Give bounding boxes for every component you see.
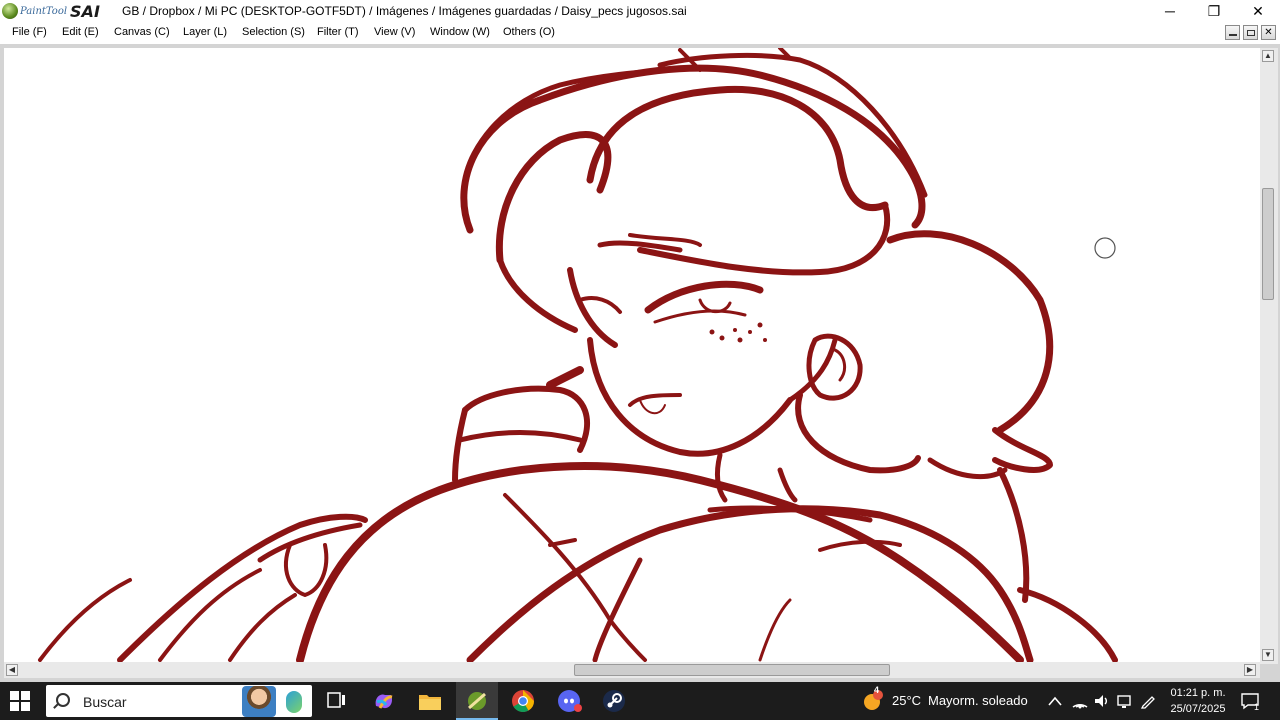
close-icon: ✕: [1252, 2, 1264, 19]
logo-small-text: PaintTool: [20, 5, 68, 17]
weather-temperature: 25°C: [892, 693, 922, 708]
painttool-sai-icon: [468, 692, 486, 710]
menu-others[interactable]: Others (O): [503, 26, 555, 38]
file-explorer-icon: [419, 695, 441, 710]
restore-icon: ❐: [1207, 2, 1221, 19]
search-icon: [56, 693, 70, 707]
taskbar-search-box[interactable]: Buscar: [46, 685, 312, 717]
restore-button[interactable]: ❐: [1192, 0, 1236, 22]
weather-badge: 4: [874, 685, 880, 695]
discord-icon: [558, 690, 582, 712]
steam-icon: [603, 690, 625, 712]
mdi-close-button[interactable]: ✕: [1261, 25, 1276, 40]
weather-description: Mayorm. soleado: [928, 693, 1028, 708]
copilot-button[interactable]: [370, 687, 398, 715]
menu-layer[interactable]: Layer (L): [183, 26, 227, 38]
volume-button[interactable]: [1092, 687, 1112, 715]
weather-sun-icon: [864, 690, 883, 710]
clock[interactable]: 01:21 p. m. 25/07/2025: [1160, 685, 1236, 717]
windows-logo-icon: [10, 691, 19, 700]
scroll-down-arrow-icon[interactable]: ▼: [1262, 649, 1274, 661]
show-hidden-icons-button[interactable]: [1046, 687, 1064, 715]
horizontal-scroll-thumb[interactable]: [574, 664, 890, 676]
mdi-minimize-icon: [1228, 34, 1237, 36]
painttool-sai-logo: PaintTool SAI: [2, 1, 106, 21]
scroll-left-arrow-icon[interactable]: ◀: [6, 664, 18, 676]
search-highlight-dna-icon: [286, 691, 302, 713]
speaker-icon: [1095, 695, 1107, 707]
logo-big-text: SAI: [70, 1, 100, 21]
title-bar: PaintTool SAI GB / Dropbox / Mi PC (DESK…: [0, 0, 1280, 22]
clock-date: 25/07/2025: [1170, 703, 1226, 715]
search-placeholder: Buscar: [83, 694, 127, 710]
task-view-icon: [327, 692, 345, 708]
menu-canvas[interactable]: Canvas (C): [114, 26, 170, 38]
menu-edit[interactable]: Edit (E): [62, 26, 99, 38]
search-highlight-avatar-icon: [242, 686, 276, 717]
mdi-minimize-button[interactable]: [1225, 25, 1240, 40]
mdi-maximize-icon: [1246, 29, 1255, 36]
mdi-close-icon: ✕: [1264, 27, 1273, 38]
vertical-scroll-thumb[interactable]: [1262, 188, 1274, 300]
menu-window[interactable]: Window (W): [430, 26, 490, 38]
menu-filter[interactable]: Filter (T): [317, 26, 359, 38]
discord-button[interactable]: [556, 687, 584, 715]
minimize-button[interactable]: ─: [1148, 0, 1192, 22]
chevron-up-icon: [1048, 696, 1062, 706]
menu-selection[interactable]: Selection (S): [242, 26, 305, 38]
task-view-button[interactable]: [323, 687, 351, 715]
pen-menu-button[interactable]: [1138, 687, 1158, 715]
menu-view[interactable]: View (V): [374, 26, 415, 38]
steam-button[interactable]: [600, 687, 628, 715]
scroll-right-arrow-icon[interactable]: ▶: [1244, 664, 1256, 676]
close-button[interactable]: ✕: [1236, 0, 1280, 22]
painttool-sai-taskbar-button[interactable]: [463, 687, 491, 715]
weather-button[interactable]: [860, 688, 886, 714]
meet-now-button[interactable]: [1114, 687, 1134, 715]
pen-icon: [1140, 696, 1155, 709]
sai-logo-icon: [2, 3, 18, 19]
mdi-maximize-button[interactable]: [1243, 25, 1258, 40]
file-explorer-button[interactable]: [416, 687, 444, 715]
horizontal-scrollbar[interactable]: ◀ ▶: [4, 662, 1260, 678]
drawing-canvas[interactable]: [4, 48, 1260, 662]
minimize-icon: ─: [1165, 3, 1175, 19]
copilot-icon: [375, 694, 393, 709]
menu-bar: File (F) Edit (E) Canvas (C) Layer (L) S…: [0, 22, 1280, 44]
clock-time: 01:21 p. m.: [1170, 687, 1226, 699]
window-title: GB / Dropbox / Mi PC (DESKTOP-GOTF5DT) /…: [122, 4, 687, 18]
notification-count: 1: [1254, 702, 1260, 712]
vertical-scrollbar[interactable]: ▲ ▼: [1260, 48, 1278, 664]
network-button[interactable]: [1070, 687, 1090, 715]
brush-cursor-icon: [1094, 237, 1116, 259]
canvas-frame: [0, 44, 1280, 682]
sketch-artwork: [38, 48, 1118, 662]
chrome-button[interactable]: [509, 687, 537, 715]
menu-file[interactable]: File (F): [12, 26, 47, 38]
wifi-icon: [1072, 704, 1088, 709]
display-icon: [1117, 695, 1131, 708]
taskbar: Buscar 4 25°C Mayorm. soleado 01:21 p. m…: [0, 682, 1280, 720]
chrome-icon: [512, 690, 534, 712]
start-button[interactable]: [10, 691, 30, 711]
scroll-up-arrow-icon[interactable]: ▲: [1262, 50, 1274, 62]
